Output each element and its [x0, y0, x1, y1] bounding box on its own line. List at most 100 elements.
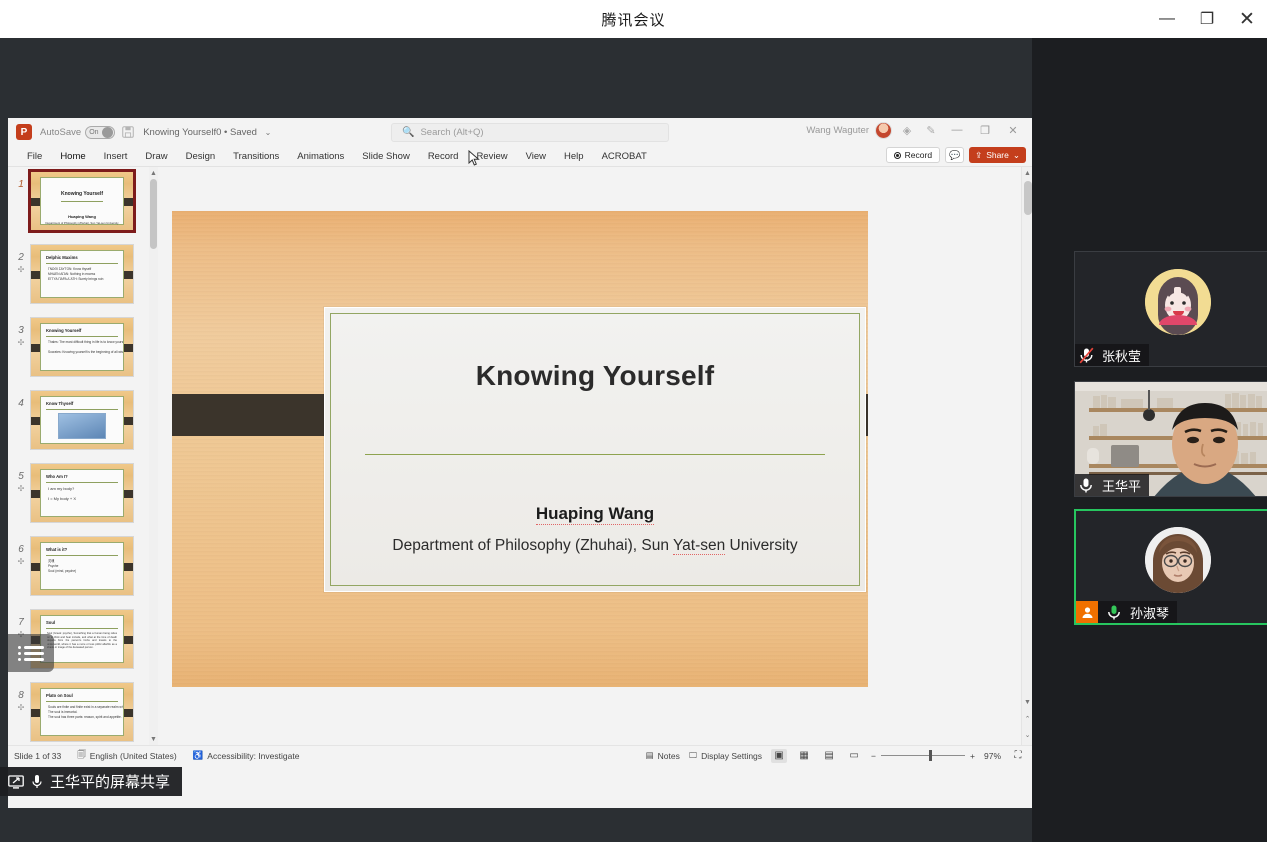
slide-thumbnail-6[interactable]: What is it? 灵魂 Psyche Soul (mind, psyche…	[30, 536, 134, 596]
affiliation-misspelled: Yat-sen	[673, 537, 725, 555]
list-item[interactable]: 6 ✣ What is it? 灵魂 Psyche	[8, 536, 158, 609]
display-settings-button[interactable]: 🖵 Display Settings	[689, 750, 762, 761]
comments-button[interactable]: 💬	[945, 147, 964, 163]
language-status[interactable]: 🗐 English (United States)	[77, 749, 176, 763]
tab-help[interactable]: Help	[555, 149, 593, 164]
thumbnail-line: Soul (mind, psyche)	[48, 569, 123, 574]
thumbnail-rule	[61, 201, 103, 202]
scrollbar-thumb[interactable]	[1024, 181, 1032, 215]
view-slide-sorter-button[interactable]: ▦	[796, 749, 812, 763]
host-badge-icon	[1076, 601, 1098, 623]
ppt-restore-button[interactable]: ❐	[974, 121, 996, 139]
tab-slide-show[interactable]: Slide Show	[353, 149, 419, 164]
slide-thumbnail-8[interactable]: Plato on Soul Souls are finite and finit…	[30, 682, 134, 742]
zoom-slider[interactable]: − +	[871, 751, 975, 761]
thumbnail-lines: I am my body? I = My body + X	[48, 486, 123, 501]
scroll-down-arrow-icon[interactable]: ▼	[1022, 696, 1032, 709]
screen-share-toolbar-toggle[interactable]	[8, 634, 54, 672]
notes-button[interactable]: ▤ Notes	[646, 750, 680, 761]
thumbnail-content: Plato on Soul Souls are finite and finit…	[40, 688, 124, 736]
thumbnail-meta: 2 ✣	[12, 244, 30, 274]
slide-thumbnail-1[interactable]: Knowing Yourself Huaping Wang Department…	[30, 171, 134, 231]
slide-thumbnail-5[interactable]: Who Am I? I am my body? I = My body + X	[30, 463, 134, 523]
thumbnail-lines: ΓΝΩΘΙ ΣΑΥΤΟΝ: Know thyself ΜΗΔΕΝ ΑΓΑΝ: N…	[48, 267, 123, 282]
screen-share-owner: 王华平的屏幕共享	[50, 771, 170, 792]
slide-thumbnail-3[interactable]: Knowing Yourself Thales: The most diffic…	[30, 317, 134, 377]
document-name-menu[interactable]: Knowing Yourself0 • Saved ⌄	[143, 127, 271, 138]
list-item[interactable]: 4 Know Thyself	[8, 390, 158, 463]
fit-to-window-icon[interactable]: ⛶	[1010, 749, 1026, 763]
participant-tile-zhangqiuying[interactable]: 张秋莹	[1074, 251, 1267, 367]
tab-design[interactable]: Design	[177, 149, 225, 164]
accessibility-label: Accessibility: Investigate	[207, 751, 299, 761]
slide-thumbnail-4[interactable]: Know Thyself	[30, 390, 134, 450]
affiliation-pre: Department of Philosophy (Zhuhai), Sun	[392, 537, 673, 554]
meeting-close-button[interactable]: ✕	[1227, 0, 1267, 38]
next-slide-button[interactable]: ⌄	[1022, 728, 1032, 741]
thumbnail-rule	[46, 336, 118, 337]
view-normal-button[interactable]: ▣	[771, 749, 787, 763]
diamond-icon[interactable]: ◈	[898, 121, 916, 139]
ppt-close-button[interactable]: ✕	[1002, 121, 1024, 139]
view-reading-button[interactable]: ▤	[821, 749, 837, 763]
save-state: Saved	[230, 127, 257, 138]
pen-icon[interactable]: ✎	[922, 121, 940, 139]
tab-animations[interactable]: Animations	[288, 149, 353, 164]
list-item[interactable]: 1 Knowing Yourself Huaping Wang Departme…	[8, 171, 158, 244]
thumbnail-rule	[46, 263, 118, 264]
scroll-down-arrow-icon[interactable]: ▼	[149, 733, 158, 745]
list-item[interactable]: 8 ✣ Plato on Soul Souls are finite and f…	[8, 682, 158, 745]
slide-position-label: Slide 1 of 33	[14, 751, 61, 761]
ppt-minimize-button[interactable]: —	[946, 121, 968, 139]
tab-view[interactable]: View	[517, 149, 555, 164]
chevron-down-icon[interactable]: ⌄	[265, 128, 272, 137]
thumbnail-meta: 8 ✣	[12, 682, 30, 712]
scroll-up-arrow-icon[interactable]: ▲	[149, 167, 158, 179]
participant-tile-wanghuaping[interactable]: 王华平	[1074, 381, 1267, 497]
view-slideshow-button[interactable]: ▭	[846, 749, 862, 763]
record-button[interactable]: Record	[886, 147, 940, 163]
zoom-in-button[interactable]: +	[970, 751, 975, 761]
chevron-down-icon[interactable]: ⌄	[1013, 150, 1020, 161]
tab-transitions[interactable]: Transitions	[224, 149, 288, 164]
avatar[interactable]	[875, 122, 892, 139]
powerpoint-body: 1 Knowing Yourself Huaping Wang Departme…	[8, 167, 1032, 745]
canvas-scrollbar[interactable]: ▲ ▼ ⌃ ⌄	[1021, 167, 1032, 745]
zoom-out-button[interactable]: −	[871, 751, 876, 761]
slide-canvas-pane[interactable]: Knowing Yourself Huaping Wang Department…	[158, 167, 1032, 745]
list-item[interactable]: 5 ✣ Who Am I? I am my body? I	[8, 463, 158, 536]
meeting-maximize-button[interactable]: ❐	[1187, 0, 1227, 38]
autosave-toggle[interactable]: On	[85, 126, 115, 139]
slide-thumbnail-pane[interactable]: 1 Knowing Yourself Huaping Wang Departme…	[8, 167, 158, 745]
thumbnail-scrollbar[interactable]: ▲ ▼	[149, 167, 158, 745]
thumbnail-subtitle: Huaping Wang	[41, 214, 123, 219]
search-input[interactable]: 🔍 Search (Alt+Q)	[391, 123, 669, 142]
share-button[interactable]: ⇪ Share ⌄	[969, 147, 1026, 163]
meeting-window-controls: — ❐ ✕	[1147, 0, 1267, 38]
tab-insert[interactable]: Insert	[95, 149, 137, 164]
slide-thumbnail-2[interactable]: Delphic Maxims ΓΝΩΘΙ ΣΑΥΤΟΝ: Know thysel…	[30, 244, 134, 304]
tab-home[interactable]: Home	[51, 149, 94, 164]
scrollbar-thumb[interactable]	[150, 179, 157, 249]
current-slide[interactable]: Knowing Yourself Huaping Wang Department…	[172, 211, 868, 687]
save-icon[interactable]	[121, 125, 135, 139]
thumbnail-rule	[46, 409, 118, 410]
tab-draw[interactable]: Draw	[136, 149, 176, 164]
thumbnail-title: Who Am I?	[46, 474, 123, 480]
scroll-up-arrow-icon[interactable]: ▲	[1022, 167, 1032, 180]
list-item[interactable]: 3 ✣ Knowing Yourself Thales: The most di…	[8, 317, 158, 390]
accessibility-status[interactable]: ♿ Accessibility: Investigate	[193, 750, 300, 761]
slide-author[interactable]: Huaping Wang	[325, 504, 865, 524]
slide-title[interactable]: Knowing Yourself	[325, 360, 865, 392]
previous-slide-button[interactable]: ⌃	[1022, 712, 1032, 725]
tab-acrobat[interactable]: ACROBAT	[593, 149, 656, 164]
zoom-knob[interactable]	[929, 750, 932, 761]
slide-affiliation[interactable]: Department of Philosophy (Zhuhai), Sun Y…	[325, 537, 865, 555]
microphone-icon	[1075, 477, 1097, 494]
meeting-minimize-button[interactable]: —	[1147, 0, 1187, 38]
participant-tile-sunshuqin[interactable]: 孙淑琴	[1074, 509, 1267, 625]
tab-file[interactable]: File	[18, 149, 51, 164]
zoom-track[interactable]	[881, 755, 965, 756]
list-item[interactable]: 2 ✣ Delphic Maxims ΓΝΩΘΙ ΣΑΥΤΟΝ: Know th…	[8, 244, 158, 317]
tab-record[interactable]: Record	[419, 149, 468, 164]
